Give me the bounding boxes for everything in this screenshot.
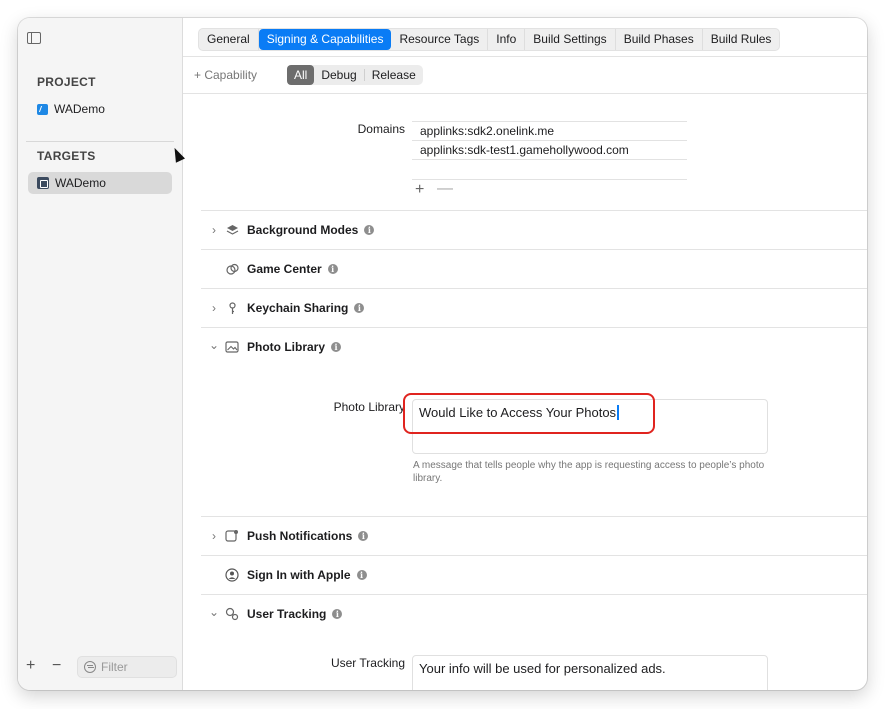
capability-game-center[interactable]: Game Center i bbox=[183, 250, 867, 288]
capability-photo-library[interactable]: ⌄ Photo Library i bbox=[183, 328, 867, 366]
filter-placeholder: Filter bbox=[101, 660, 128, 674]
sidebar-item-target[interactable]: WADemo bbox=[28, 172, 172, 194]
info-icon[interactable]: i bbox=[331, 342, 342, 352]
capability-user-tracking[interactable]: ⌄ User Tracking i bbox=[183, 595, 867, 633]
photo-library-help: A message that tells people why the app … bbox=[413, 460, 765, 484]
configuration-segmented-control: All Debug Release bbox=[287, 65, 423, 85]
capabilities-content: Domains applinks:sdk2.onelink.me applink… bbox=[183, 93, 867, 690]
tab-info[interactable]: Info bbox=[488, 29, 526, 50]
add-capability-button[interactable]: + Capability bbox=[194, 68, 257, 82]
capability-push-notifications[interactable]: › Push Notifications i bbox=[183, 517, 867, 555]
info-icon[interactable]: i bbox=[354, 303, 365, 313]
editor-tab-bar: General Signing & Capabilities Resource … bbox=[183, 18, 867, 56]
info-icon[interactable]: i bbox=[332, 609, 343, 619]
tab-build-settings[interactable]: Build Settings bbox=[525, 29, 616, 50]
add-domain-button[interactable]: + bbox=[415, 182, 424, 198]
capability-name: User Tracking i bbox=[247, 607, 343, 621]
sidebar-item-project[interactable]: WADemo bbox=[28, 98, 172, 120]
targets-heading: TARGETS bbox=[37, 149, 96, 163]
chevron-right-icon[interactable]: › bbox=[209, 223, 219, 237]
project-navigator: PROJECT WADemo TARGETS WADemo + − Filter bbox=[18, 18, 183, 690]
capability-name: Keychain Sharing i bbox=[247, 301, 365, 315]
filter-input[interactable]: Filter bbox=[77, 656, 177, 678]
domain-row[interactable]: applinks:sdk-test1.gamehollywood.com bbox=[412, 140, 687, 159]
sidebar-footer: + − Filter bbox=[18, 654, 182, 680]
game-center-icon bbox=[225, 262, 239, 276]
tab-resource-tags[interactable]: Resource Tags bbox=[391, 29, 489, 50]
capability-filter-bar: + Capability All Debug Release bbox=[183, 56, 867, 94]
segment-debug[interactable]: Debug bbox=[314, 65, 363, 85]
chevron-right-icon[interactable]: › bbox=[209, 529, 219, 543]
remove-target-button[interactable]: − bbox=[52, 658, 61, 674]
user-tracking-label: User Tracking bbox=[330, 656, 405, 670]
notification-icon bbox=[225, 529, 239, 543]
xcode-window: PROJECT WADemo TARGETS WADemo + − Filter… bbox=[18, 18, 867, 690]
domain-row[interactable]: applinks:sdk2.onelink.me bbox=[412, 121, 687, 140]
info-icon[interactable]: i bbox=[358, 531, 369, 541]
info-icon[interactable]: i bbox=[327, 264, 338, 274]
capability-name: Background Modes i bbox=[247, 223, 375, 237]
photo-icon bbox=[225, 340, 239, 354]
tab-signing-capabilities[interactable]: Signing & Capabilities bbox=[258, 29, 392, 50]
segment-release[interactable]: Release bbox=[365, 65, 423, 85]
sidebar-toggle-icon[interactable] bbox=[27, 32, 41, 44]
info-icon[interactable]: i bbox=[356, 570, 367, 580]
project-name: WADemo bbox=[54, 102, 105, 116]
tab-build-phases[interactable]: Build Phases bbox=[616, 29, 703, 50]
chevron-down-icon[interactable]: ⌄ bbox=[209, 338, 219, 352]
user-tracking-value: Your info will be used for personalized … bbox=[419, 661, 666, 676]
sidebar-divider bbox=[26, 141, 174, 142]
remove-domain-button[interactable]: — bbox=[437, 181, 453, 197]
project-heading: PROJECT bbox=[37, 75, 96, 89]
domain-list-divider bbox=[412, 159, 687, 160]
segment-all[interactable]: All bbox=[287, 65, 315, 85]
person-circle-icon bbox=[225, 568, 239, 582]
capability-name: Game Center i bbox=[247, 262, 338, 276]
project-icon bbox=[37, 103, 48, 115]
capability-sign-in-with-apple[interactable]: Sign In with Apple i bbox=[183, 556, 867, 594]
layers-icon bbox=[225, 223, 239, 237]
add-target-button[interactable]: + bbox=[26, 658, 35, 674]
capability-background-modes[interactable]: › Background Modes i bbox=[183, 211, 867, 249]
tab-build-rules[interactable]: Build Rules bbox=[703, 29, 780, 50]
capability-keychain-sharing[interactable]: › Keychain Sharing i bbox=[183, 289, 867, 327]
capability-name: Photo Library i bbox=[247, 340, 342, 354]
filter-icon bbox=[84, 661, 96, 673]
annotation-highlight bbox=[403, 393, 655, 434]
tracking-icon bbox=[225, 607, 239, 621]
app-target-icon bbox=[37, 177, 49, 189]
editor-tabs: General Signing & Capabilities Resource … bbox=[198, 28, 781, 51]
capability-name: Sign In with Apple i bbox=[247, 568, 367, 582]
chevron-right-icon[interactable]: › bbox=[209, 301, 219, 315]
target-name: WADemo bbox=[55, 176, 106, 190]
key-icon bbox=[225, 301, 239, 315]
tab-general[interactable]: General bbox=[199, 29, 259, 50]
user-tracking-usage-input[interactable]: Your info will be used for personalized … bbox=[412, 655, 768, 690]
domains-label: Domains bbox=[357, 122, 405, 136]
chevron-down-icon[interactable]: ⌄ bbox=[209, 605, 219, 619]
photo-library-label: Photo Library bbox=[333, 400, 405, 414]
info-icon[interactable]: i bbox=[364, 225, 375, 235]
domain-list-bottom bbox=[412, 179, 687, 180]
capability-name: Push Notifications i bbox=[247, 529, 369, 543]
